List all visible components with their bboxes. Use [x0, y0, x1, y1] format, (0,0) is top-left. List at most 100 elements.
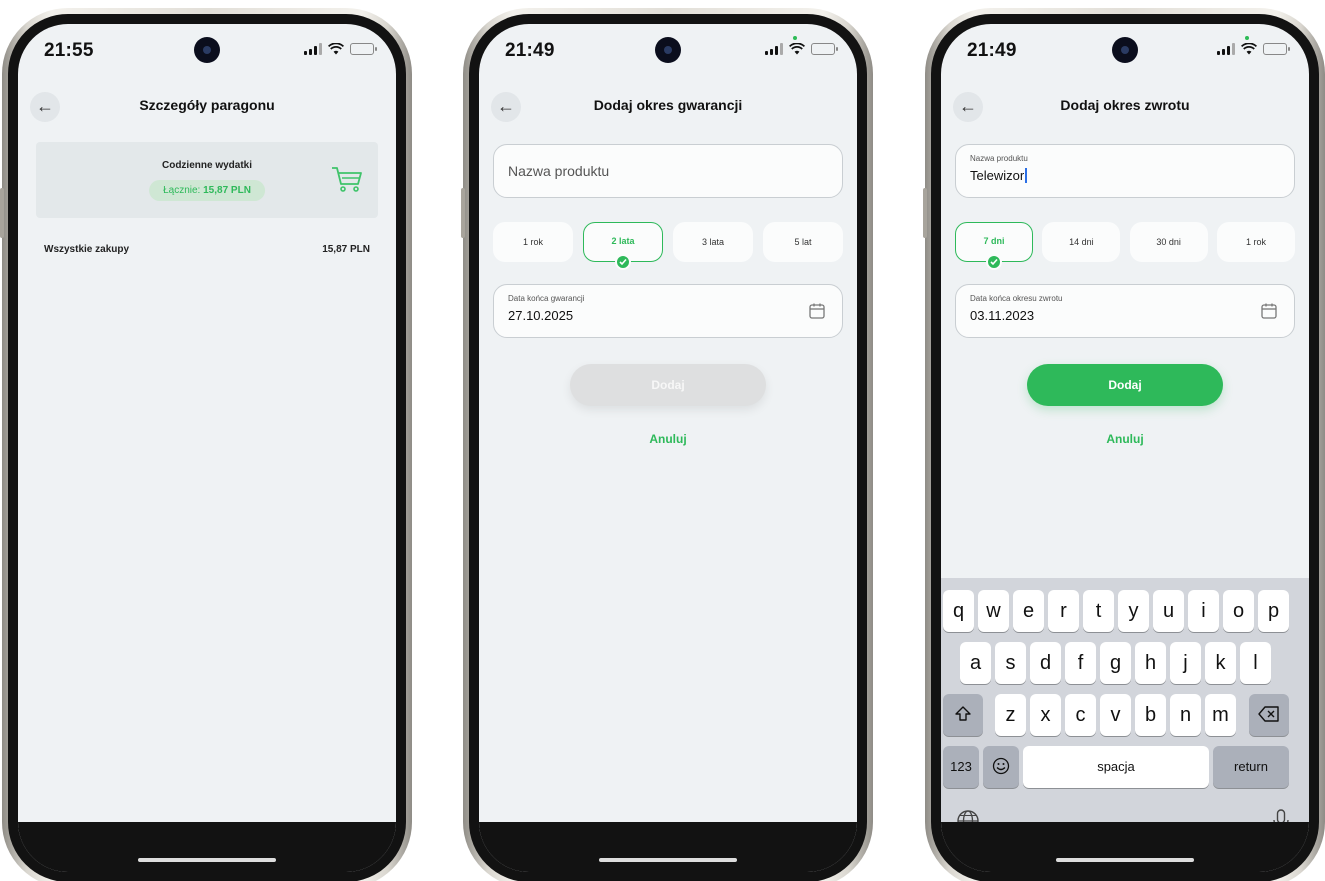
- status-bar: 21:49: [479, 34, 857, 64]
- status-time: 21:55: [44, 40, 94, 61]
- add-button[interactable]: Dodaj: [1027, 364, 1223, 406]
- front-camera: [655, 37, 681, 63]
- key-e[interactable]: e: [1013, 590, 1044, 632]
- keyboard-row-2: a s d f g h j k l: [941, 642, 1309, 684]
- key-x[interactable]: x: [1030, 694, 1061, 736]
- period-option-3-lata[interactable]: 3 lata: [673, 222, 753, 262]
- key-m[interactable]: m: [1205, 694, 1236, 736]
- summary-value: 15,87 PLN: [322, 244, 370, 255]
- key-n[interactable]: n: [1170, 694, 1201, 736]
- calendar-icon[interactable]: [808, 302, 826, 325]
- category-name: Codzienne wydatki: [161, 160, 252, 171]
- key-a[interactable]: a: [960, 642, 991, 684]
- return-end-date-field[interactable]: Data końca okresu zwrotu 03.11.2023: [955, 284, 1295, 338]
- period-option-7-dni[interactable]: 7 dni: [955, 222, 1033, 270]
- key-i[interactable]: i: [1188, 590, 1219, 632]
- wifi-icon: [789, 43, 805, 55]
- date-field-value: 27.10.2025: [508, 308, 574, 323]
- numbers-key[interactable]: 123: [943, 746, 979, 788]
- check-icon: [615, 254, 631, 270]
- key-l[interactable]: l: [1240, 642, 1271, 684]
- status-bar: 21:55: [18, 34, 396, 64]
- text-cursor: [1025, 168, 1027, 183]
- cancel-link[interactable]: Anuluj: [941, 432, 1309, 446]
- privacy-indicator: [793, 36, 797, 40]
- keyboard-row-3: z x c v b n m: [941, 694, 1309, 736]
- period-option-2-lata[interactable]: 2 lata: [583, 222, 663, 270]
- key-g[interactable]: g: [1100, 642, 1131, 684]
- wifi-icon: [1241, 43, 1257, 55]
- period-option-label: 7 dni: [983, 236, 1005, 246]
- backspace-icon: [1258, 706, 1279, 722]
- battery-icon: [1263, 43, 1290, 55]
- key-v[interactable]: v: [1100, 694, 1131, 736]
- shift-icon: [955, 706, 971, 721]
- phone-receipt-details: 21:55 ← Szczegóły paragonu Codzienne wyd…: [0, 8, 412, 881]
- privacy-indicator: [1245, 36, 1249, 40]
- period-option-30-dni[interactable]: 30 dni: [1129, 222, 1208, 262]
- return-key[interactable]: return: [1213, 746, 1289, 788]
- key-y[interactable]: y: [1118, 590, 1149, 632]
- key-b[interactable]: b: [1135, 694, 1166, 736]
- key-d[interactable]: d: [1030, 642, 1061, 684]
- shift-key[interactable]: [943, 694, 983, 736]
- period-option-1-rok[interactable]: 1 rok: [1216, 222, 1295, 262]
- add-return-period-screen: 21:49 ← Dodaj okres zwrotu Nazwa produkt…: [941, 24, 1309, 872]
- key-s[interactable]: s: [995, 642, 1026, 684]
- space-key[interactable]: spacja: [1023, 746, 1209, 788]
- page-title: Dodaj okres zwrotu: [1060, 97, 1190, 113]
- total-badge: Łącznie: 15,87 PLN: [149, 180, 265, 201]
- period-option-5-lat[interactable]: 5 lat: [763, 222, 843, 262]
- warranty-period-options: 1 rok 2 lata 3 lata 5 lat: [493, 222, 843, 270]
- product-name-input[interactable]: Nazwa produktu Telewizor: [955, 144, 1295, 198]
- emoji-key[interactable]: [983, 746, 1019, 788]
- product-name-placeholder: Nazwa produktu: [508, 163, 610, 179]
- warranty-end-date-field[interactable]: Data końca gwarancji 27.10.2025: [493, 284, 843, 338]
- front-camera: [194, 37, 220, 63]
- key-z[interactable]: z: [995, 694, 1026, 736]
- add-button[interactable]: Dodaj: [570, 364, 766, 406]
- product-name-value: Telewizor: [970, 168, 1027, 183]
- key-j[interactable]: j: [1170, 642, 1201, 684]
- key-h[interactable]: h: [1135, 642, 1166, 684]
- key-c[interactable]: c: [1065, 694, 1096, 736]
- page-title: Szczegóły paragonu: [139, 97, 275, 113]
- key-w[interactable]: w: [978, 590, 1009, 632]
- period-option-14-dni[interactable]: 14 dni: [1042, 222, 1121, 262]
- key-o[interactable]: o: [1223, 590, 1254, 632]
- key-r[interactable]: r: [1048, 590, 1079, 632]
- date-field-label: Data końca okresu zwrotu: [970, 294, 1063, 303]
- receipt-details-screen: 21:55 ← Szczegóły paragonu Codzienne wyd…: [18, 24, 396, 872]
- status-time: 21:49: [967, 40, 1017, 61]
- emoji-icon: [992, 757, 1010, 775]
- home-indicator[interactable]: [599, 858, 737, 862]
- key-q[interactable]: q: [943, 590, 974, 632]
- key-f[interactable]: f: [1065, 642, 1096, 684]
- wifi-icon: [328, 43, 344, 55]
- key-t[interactable]: t: [1083, 590, 1114, 632]
- home-indicator[interactable]: [1056, 858, 1194, 862]
- product-name-input[interactable]: Nazwa produktu: [493, 144, 843, 198]
- shopping-cart-icon: [330, 164, 364, 199]
- home-indicator[interactable]: [138, 858, 276, 862]
- cancel-link[interactable]: Anuluj: [479, 432, 857, 446]
- key-p[interactable]: p: [1258, 590, 1289, 632]
- key-k[interactable]: k: [1205, 642, 1236, 684]
- product-name-label: Nazwa produktu: [970, 154, 1028, 163]
- period-option-label: 2 lata: [611, 236, 635, 246]
- receipt-category-card[interactable]: Codzienne wydatki Łącznie: 15,87 PLN: [36, 142, 378, 218]
- keyboard-row-4: 123 spacja return: [941, 746, 1309, 788]
- summary-label: Wszystkie zakupy: [44, 244, 130, 255]
- period-option-1-rok[interactable]: 1 rok: [493, 222, 573, 262]
- mockup-stage: 21:55 ← Szczegóły paragonu Codzienne wyd…: [0, 0, 1325, 881]
- signal-icon: [1217, 43, 1235, 55]
- front-camera: [1112, 37, 1138, 63]
- date-field-label: Data końca gwarancji: [508, 294, 585, 303]
- date-field-value: 03.11.2023: [970, 308, 1035, 323]
- page-title: Dodaj okres gwarancji: [593, 97, 743, 113]
- purchases-summary-row: Wszystkie zakupy 15,87 PLN: [44, 244, 370, 255]
- key-u[interactable]: u: [1153, 590, 1184, 632]
- battery-icon: [811, 43, 838, 55]
- calendar-icon[interactable]: [1260, 302, 1278, 325]
- backspace-key[interactable]: [1249, 694, 1289, 736]
